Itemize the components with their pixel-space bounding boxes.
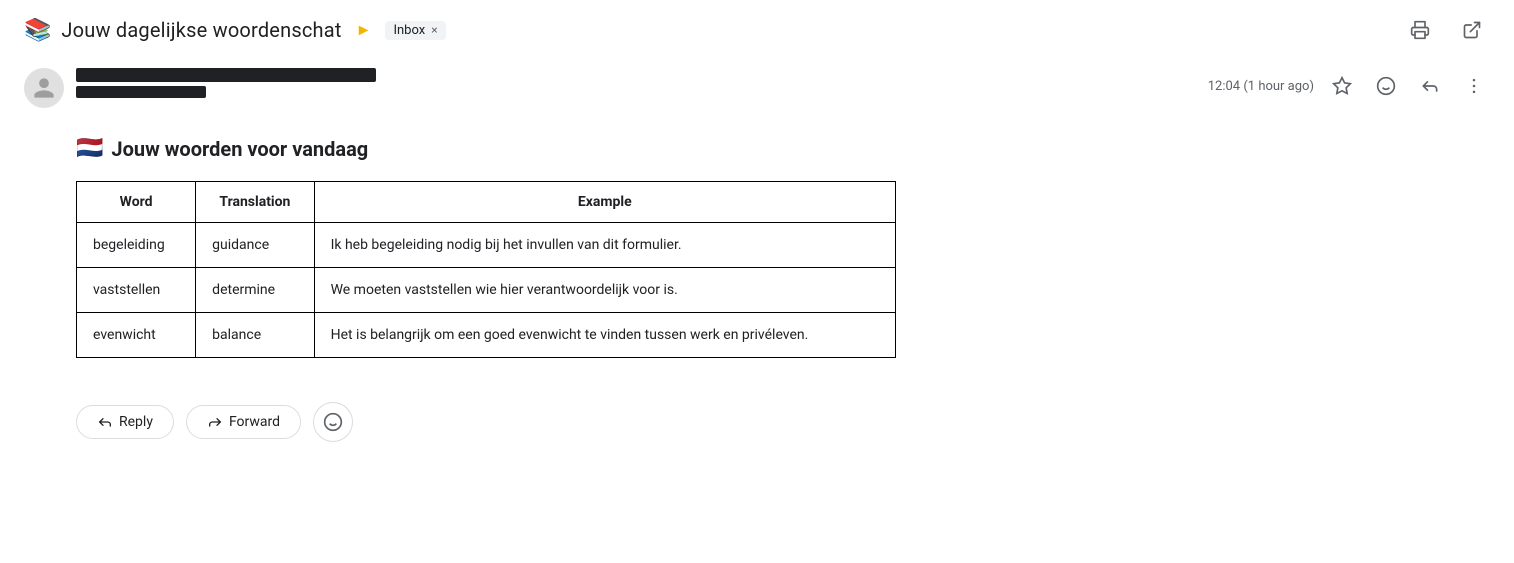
forward-icon bbox=[207, 414, 223, 430]
cell-word-0: begeleiding bbox=[77, 223, 196, 268]
cell-word-2: evenwicht bbox=[77, 313, 196, 358]
email-actions: Reply Forward bbox=[0, 378, 1514, 466]
popout-icon bbox=[1462, 20, 1482, 40]
star-icon bbox=[1332, 76, 1352, 96]
inbox-close-button[interactable]: × bbox=[431, 23, 437, 37]
sender-info bbox=[76, 68, 376, 98]
reply-button[interactable]: Reply bbox=[76, 405, 174, 439]
email-heading-text: Jouw woorden voor vandaag bbox=[111, 137, 368, 161]
email-timestamp: 12:04 (1 hour ago) bbox=[1208, 79, 1314, 94]
header-actions bbox=[1402, 12, 1490, 48]
table-row: vaststellendetermineWe moeten vaststelle… bbox=[77, 268, 896, 313]
column-header-example: Example bbox=[314, 182, 895, 223]
print-icon bbox=[1410, 20, 1430, 40]
cell-word-1: vaststellen bbox=[77, 268, 196, 313]
cell-translation-0: guidance bbox=[196, 223, 314, 268]
email-subject-area: 📚 Jouw dagelijkse woordenschat ► Inbox × bbox=[24, 18, 446, 43]
inbox-label: Inbox bbox=[393, 23, 425, 38]
email-header: 📚 Jouw dagelijkse woordenschat ► Inbox × bbox=[0, 0, 1514, 56]
popout-button[interactable] bbox=[1454, 12, 1490, 48]
sender-right: 12:04 (1 hour ago) bbox=[1208, 68, 1490, 102]
reaction-button[interactable] bbox=[1370, 70, 1402, 102]
table-header-row: Word Translation Example bbox=[77, 182, 896, 223]
print-button[interactable] bbox=[1402, 12, 1438, 48]
email-heading: 🇳🇱 Jouw woorden voor vandaag bbox=[76, 136, 1490, 161]
reply-header-button[interactable] bbox=[1414, 70, 1446, 102]
cell-example-1: We moeten vaststellen wie hier verantwoo… bbox=[314, 268, 895, 313]
cell-translation-1: determine bbox=[196, 268, 314, 313]
more-options-icon bbox=[1464, 76, 1484, 96]
avatar bbox=[24, 68, 64, 108]
sender-left bbox=[24, 68, 376, 108]
star-button[interactable] bbox=[1326, 70, 1358, 102]
cell-example-0: Ik heb begeleiding nodig bij het invulle… bbox=[314, 223, 895, 268]
emoji-reaction-button[interactable] bbox=[313, 402, 353, 442]
column-header-word: Word bbox=[77, 182, 196, 223]
subject-icon: 📚 bbox=[24, 18, 51, 43]
arrow-icon: ► bbox=[356, 20, 372, 40]
email-subject-title: Jouw dagelijkse woordenschat bbox=[61, 18, 341, 42]
sender-name bbox=[76, 68, 376, 82]
forward-button[interactable]: Forward bbox=[186, 405, 301, 439]
table-row: evenwichtbalanceHet is belangrijk om een… bbox=[77, 313, 896, 358]
more-options-button[interactable] bbox=[1458, 70, 1490, 102]
sender-row: 12:04 (1 hour ago) bbox=[0, 56, 1514, 116]
word-table: Word Translation Example begeleidingguid… bbox=[76, 181, 896, 358]
cell-example-2: Het is belangrijk om een goed evenwicht … bbox=[314, 313, 895, 358]
forward-button-label: Forward bbox=[229, 414, 280, 430]
reply-header-icon bbox=[1420, 76, 1440, 96]
person-icon bbox=[32, 76, 56, 100]
column-header-translation: Translation bbox=[196, 182, 314, 223]
email-container: 📚 Jouw dagelijkse woordenschat ► Inbox × bbox=[0, 0, 1514, 563]
emoji-btn-icon bbox=[323, 412, 343, 432]
reply-button-label: Reply bbox=[119, 414, 153, 430]
sender-email bbox=[76, 86, 206, 98]
cell-translation-2: balance bbox=[196, 313, 314, 358]
table-row: begeleidingguidanceIk heb begeleiding no… bbox=[77, 223, 896, 268]
inbox-badge: Inbox × bbox=[385, 21, 445, 40]
emoji-reaction-icon bbox=[1376, 76, 1396, 96]
reply-icon bbox=[97, 414, 113, 430]
netherlands-flag: 🇳🇱 bbox=[76, 136, 103, 161]
email-body: 🇳🇱 Jouw woorden voor vandaag Word Transl… bbox=[0, 116, 1514, 378]
